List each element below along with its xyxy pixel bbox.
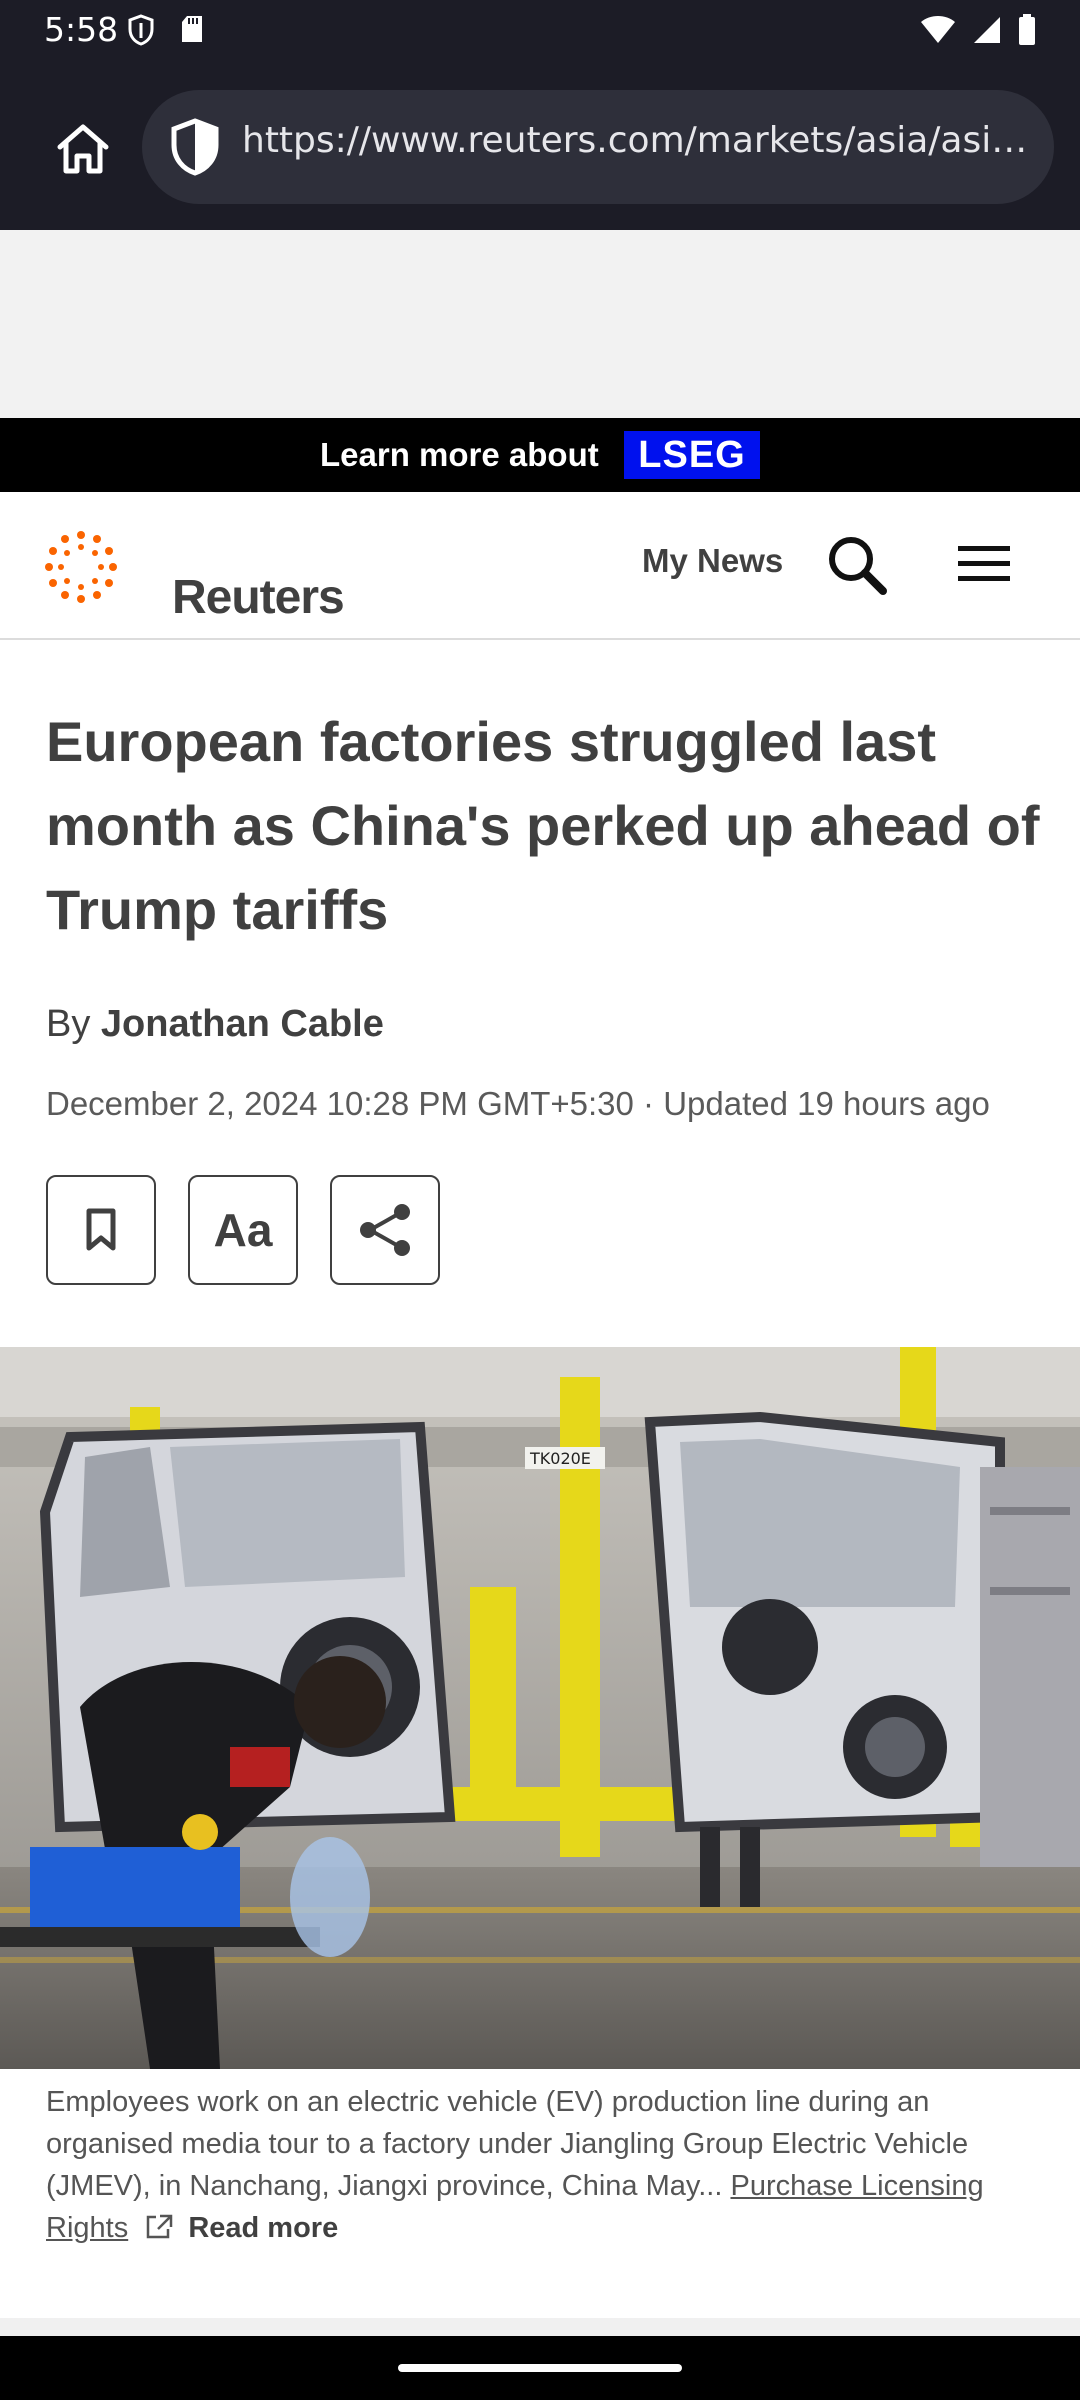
photo-caption: Employees work on an electric vehicle (E… [46, 2081, 1046, 2249]
share-button[interactable] [330, 1175, 440, 1285]
shield-lock-icon[interactable] [170, 118, 220, 176]
search-icon [829, 537, 887, 595]
reuters-logo-text[interactable]: Reuters [172, 570, 345, 625]
wifi-icon [921, 16, 955, 43]
status-right-icons [920, 14, 1036, 46]
external-link-icon [147, 2214, 173, 2239]
url-text[interactable]: https://www.reuters.com/markets/asia/asi… [242, 120, 1032, 161]
address-bar[interactable]: https://www.reuters.com/markets/asia/asi… [142, 90, 1054, 204]
read-more-link[interactable]: Read more [188, 2212, 338, 2244]
browser-toolbar: https://www.reuters.com/markets/asia/asi… [0, 62, 1080, 230]
ad-placeholder [0, 230, 1080, 418]
home-button[interactable] [50, 117, 116, 183]
lseg-ad-banner[interactable]: Learn more about LSEG [0, 418, 1080, 492]
site-header: Reuters My News [0, 492, 1080, 640]
my-news-link[interactable]: My News [642, 542, 783, 580]
search-button[interactable] [826, 534, 888, 601]
factory-ev-production-line-image: TK020E [0, 1347, 1080, 2069]
content-divider [0, 2318, 1080, 2336]
status-bar: 5:58 [0, 0, 1080, 62]
byline: By Jonathan Cable [46, 1003, 384, 1046]
sd-card-icon [182, 16, 202, 42]
line-sign-text: TK020E [529, 1449, 591, 1468]
byline-prefix: By [46, 1003, 91, 1045]
gesture-handle[interactable] [398, 2364, 682, 2372]
bookmark-icon [86, 1208, 116, 1251]
dateline: December 2, 2024 10:28 PM GMT+5:30 · Upd… [46, 1085, 990, 1122]
battery-icon [1019, 14, 1035, 45]
lseg-logo: LSEG [624, 431, 760, 479]
reuters-logo-link[interactable]: Reuters [44, 530, 345, 624]
home-icon [57, 124, 109, 174]
article-headline: European factories struggled last month … [46, 710, 1040, 941]
text-size-label: Aa [213, 1204, 273, 1256]
status-time: 5:58 [44, 10, 119, 49]
cell-signal-icon [974, 17, 1000, 43]
system-navigation-bar [0, 2336, 1080, 2400]
text-size-button[interactable]: Aa [188, 1175, 298, 1285]
shield-status-icon [128, 14, 154, 46]
menu-icon [958, 546, 1010, 581]
menu-button[interactable] [958, 544, 1010, 589]
author-link[interactable]: Jonathan Cable [101, 1003, 384, 1045]
reuters-logo-icon [45, 531, 117, 603]
share-icon [360, 1204, 410, 1256]
status-left-icons [128, 14, 204, 46]
bookmark-button[interactable] [46, 1175, 156, 1285]
article-photo[interactable]: TK020E [0, 1347, 1080, 2069]
lseg-ad-text: Learn more about [320, 436, 599, 473]
